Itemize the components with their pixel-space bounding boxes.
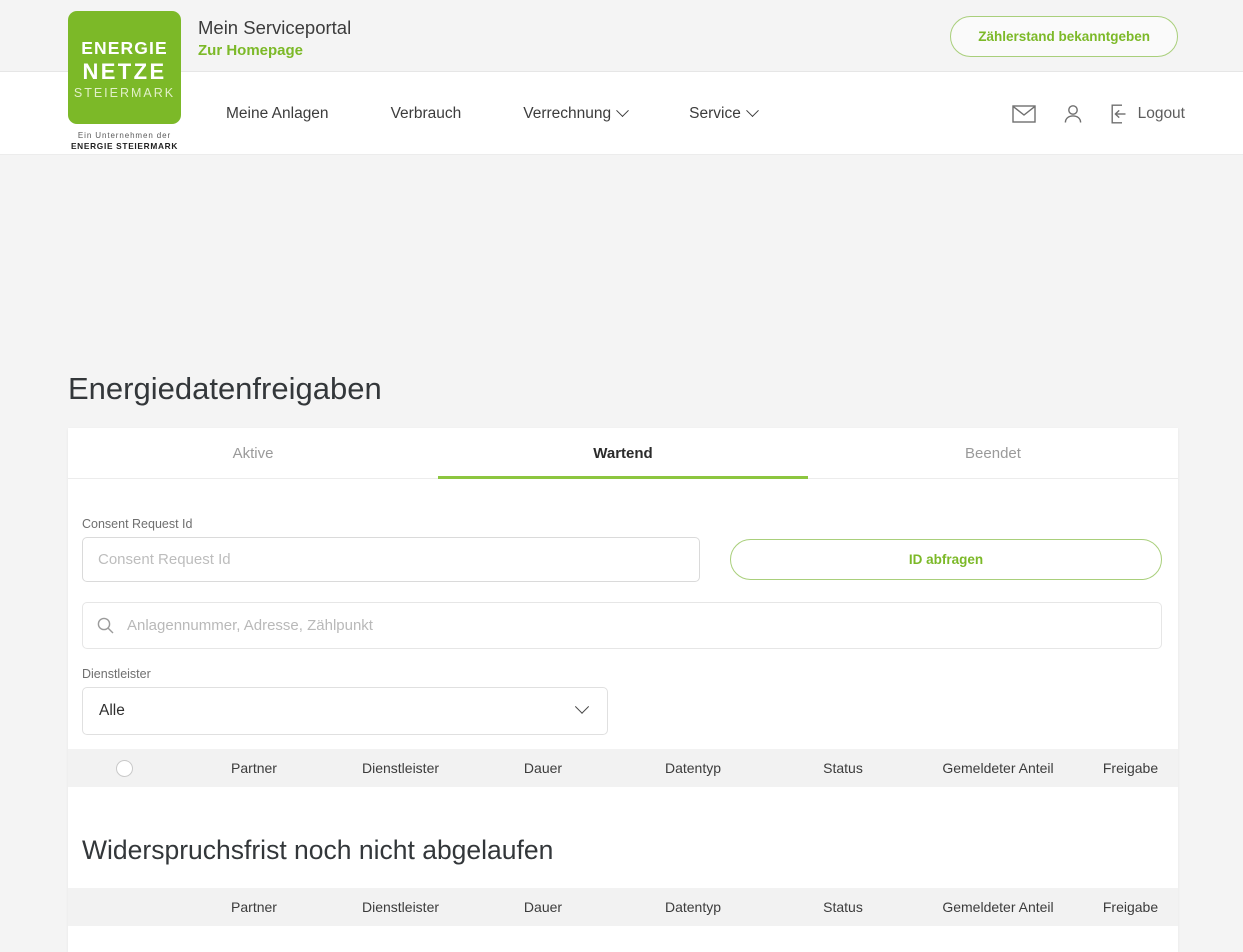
- column-header-gemeldeter-anteil[interactable]: Gemeldeter Anteil: [913, 760, 1083, 776]
- pending-table-header: Partner Dienstleister Dauer Datentyp Sta…: [68, 749, 1178, 787]
- dienstleister-label: Dienstleister: [82, 667, 151, 681]
- energy-data-releases-card: Aktive Wartend Beendet Consent Request I…: [68, 428, 1178, 952]
- messages-button[interactable]: [1011, 104, 1036, 124]
- logo-line-energie: ENERGIE: [81, 37, 168, 58]
- column-header-datentyp[interactable]: Datentyp: [613, 899, 773, 915]
- search-group: [82, 602, 1162, 649]
- nav-item-label: Meine Anlagen: [226, 104, 329, 122]
- homepage-link[interactable]: Zur Homepage: [198, 40, 351, 62]
- logo-line-steiermark: STEIERMARK: [73, 85, 176, 100]
- account-button[interactable]: [1062, 103, 1084, 125]
- nav-item-meine-anlagen[interactable]: Meine Anlagen: [226, 105, 329, 123]
- consent-request-id-label: Consent Request Id: [82, 517, 193, 531]
- nav-item-label: Service: [689, 104, 741, 122]
- search-input[interactable]: [82, 602, 1162, 649]
- nav-utility-group: Logout: [1011, 72, 1185, 155]
- chevron-down-icon: [616, 104, 630, 118]
- column-header-dienstleister[interactable]: Dienstleister: [328, 760, 473, 776]
- column-header-freigabe[interactable]: Freigabe: [1083, 899, 1178, 915]
- chevron-down-icon: [745, 104, 759, 118]
- section-heading-objection-period: Widerspruchsfrist noch nicht abgelaufen: [82, 835, 554, 865]
- report-meter-reading-button[interactable]: Zählerstand bekanntgeben: [950, 16, 1178, 57]
- logo-subtitle-company: Ein Unternehmen der: [77, 131, 172, 140]
- column-header-datentyp[interactable]: Datentyp: [613, 760, 773, 776]
- filter-row-consent: Consent Request Id ID abfragen: [82, 517, 1164, 582]
- tab-aktive[interactable]: Aktive: [68, 428, 438, 478]
- dienstleister-group: Dienstleister Alle: [82, 667, 608, 735]
- column-header-dienstleister[interactable]: Dienstleister: [328, 899, 473, 915]
- tab-bar: Aktive Wartend Beendet: [68, 428, 1178, 479]
- top-bar: ENERGIE NETZE STEIERMARK Ein Unternehmen…: [0, 0, 1243, 151]
- column-header-partner[interactable]: Partner: [180, 760, 328, 776]
- nav-item-verbrauch[interactable]: Verbrauch: [391, 105, 462, 123]
- envelope-icon: [1011, 104, 1036, 123]
- tab-label: Wartend: [593, 444, 653, 462]
- filter-panel: Consent Request Id ID abfragen Dienstlei…: [68, 479, 1178, 749]
- column-header-status[interactable]: Status: [773, 760, 913, 776]
- logo-square: ENERGIE NETZE STEIERMARK: [68, 11, 181, 124]
- tab-label: Aktive: [232, 444, 274, 462]
- logo-subtitle-parent: ENERGIE STEIERMARK: [70, 141, 179, 151]
- brand-text-block: Mein Serviceportal Zur Homepage: [198, 16, 351, 62]
- person-icon: [1064, 104, 1081, 123]
- logo-line-netze: NETZE: [82, 58, 167, 84]
- tab-beendet[interactable]: Beendet: [808, 428, 1178, 478]
- consent-request-id-input[interactable]: [82, 537, 700, 582]
- column-header-partner[interactable]: Partner: [180, 899, 328, 915]
- brand-logo[interactable]: ENERGIE NETZE STEIERMARK Ein Unternehmen…: [68, 11, 181, 152]
- page-body: Energiedatenfreigaben Aktive Wartend Bee…: [0, 155, 1243, 952]
- nav-item-label: Verrechnung: [523, 104, 612, 122]
- nav-item-label: Verbrauch: [390, 104, 462, 122]
- main-navigation-bar: Meine Anlagen Verbrauch Verrechnung Serv…: [0, 72, 1243, 155]
- column-header-dauer[interactable]: Dauer: [473, 760, 613, 776]
- pending-table-empty-body: [68, 787, 1178, 835]
- logout-button[interactable]: Logout: [1110, 104, 1185, 124]
- objection-table-empty-body: [68, 926, 1178, 952]
- column-header-dauer[interactable]: Dauer: [473, 899, 613, 915]
- consent-request-id-group: Consent Request Id: [82, 517, 700, 582]
- nav-item-service[interactable]: Service: [689, 104, 759, 123]
- search-icon: [97, 617, 114, 639]
- select-all-cell: [68, 759, 180, 777]
- nav-item-list: Meine Anlagen Verbrauch Verrechnung Serv…: [226, 72, 819, 155]
- page-title: Energiedatenfreigaben: [68, 371, 382, 406]
- tab-wartend[interactable]: Wartend: [438, 428, 808, 479]
- logout-icon: [1111, 104, 1126, 123]
- logout-label: Logout: [1137, 104, 1185, 122]
- select-all-radio[interactable]: [115, 759, 133, 777]
- column-header-gemeldeter-anteil[interactable]: Gemeldeter Anteil: [913, 899, 1083, 915]
- chevron-down-icon: [574, 699, 590, 714]
- column-header-freigabe[interactable]: Freigabe: [1083, 760, 1178, 776]
- dienstleister-select[interactable]: Alle: [82, 687, 608, 735]
- nav-item-verrechnung[interactable]: Verrechnung: [523, 104, 630, 123]
- tab-label: Beendet: [965, 444, 1021, 462]
- portal-title: Mein Serviceportal: [198, 17, 352, 38]
- query-id-button[interactable]: ID abfragen: [730, 539, 1162, 580]
- dienstleister-selected-value: Alle: [99, 702, 125, 719]
- column-header-status[interactable]: Status: [773, 899, 913, 915]
- objection-table-header: Partner Dienstleister Dauer Datentyp Sta…: [68, 888, 1178, 926]
